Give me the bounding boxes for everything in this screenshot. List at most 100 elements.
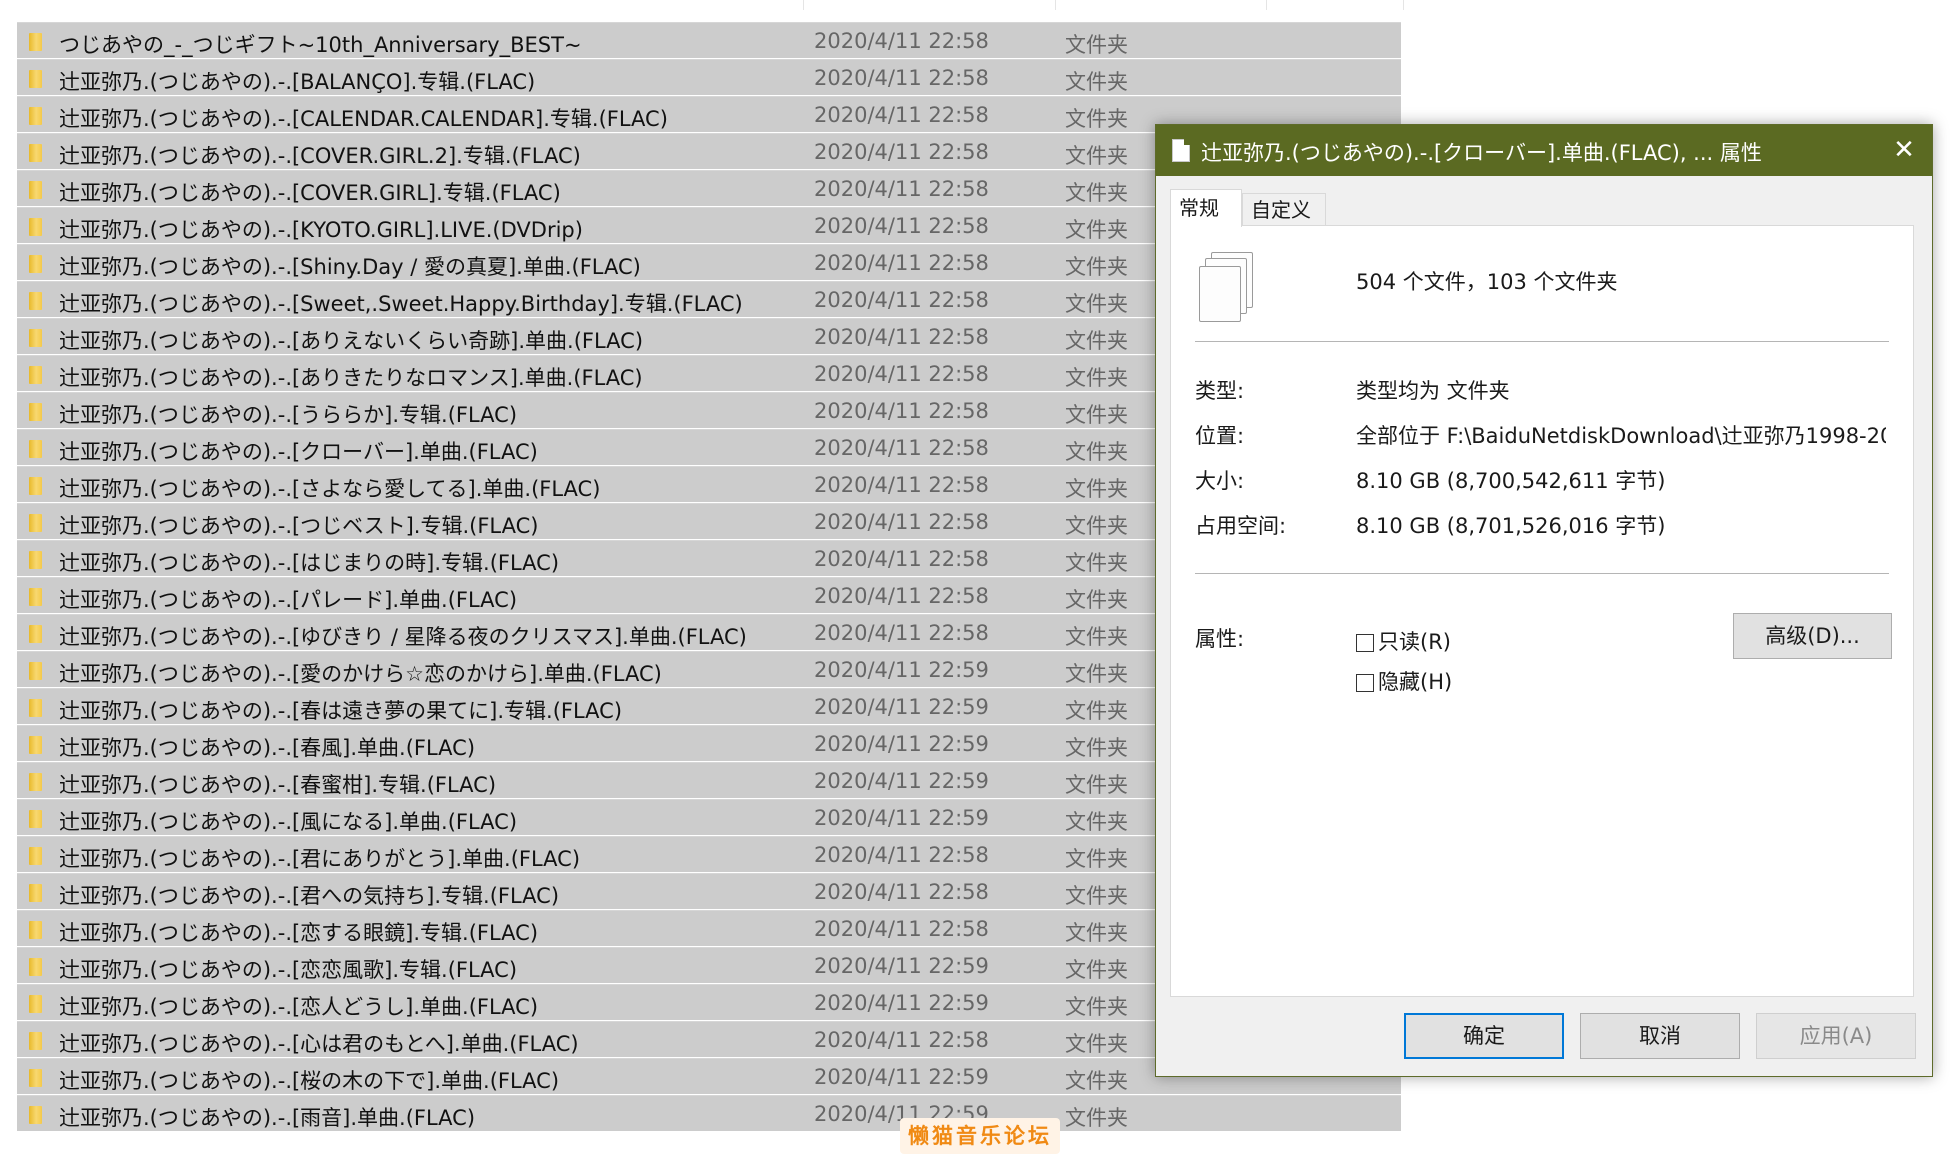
column-divider[interactable]: [803, 0, 804, 10]
file-date: 2020/4/11 22:59: [814, 732, 989, 756]
file-row[interactable]: 辻亚弥乃.(つじあやの).-.[BALANÇO].专辑.(FLAC) 2020/4…: [17, 59, 1401, 95]
file-type: 文件夹: [1065, 329, 1128, 353]
folder-icon: [29, 403, 42, 421]
file-type: 文件夹: [1065, 70, 1128, 94]
file-name: 辻亚弥乃.(つじあやの).-.[Sweet,.Sweet.Happy.Birth…: [59, 292, 743, 316]
file-date: 2020/4/11 22:58: [814, 880, 989, 904]
folder-icon: [29, 292, 42, 310]
hidden-checkbox[interactable]: 隐藏(H): [1356, 666, 1452, 696]
file-date: 2020/4/11 22:58: [814, 103, 989, 127]
advanced-button[interactable]: 高级(D)...: [1733, 613, 1892, 659]
file-type: 文件夹: [1065, 292, 1128, 316]
file-type: 文件夹: [1065, 921, 1128, 945]
file-type: 文件夹: [1065, 144, 1128, 168]
column-divider[interactable]: [1055, 0, 1056, 10]
file-type: 文件夹: [1065, 255, 1128, 279]
dialog-title-bar[interactable]: 辻亚弥乃.(つじあやの).-.[クローバー].单曲.(FLAC), ... 属性…: [1156, 125, 1932, 176]
folder-icon: [29, 699, 42, 717]
file-type: 文件夹: [1065, 366, 1128, 390]
tab-general[interactable]: 常规: [1170, 189, 1242, 227]
folder-icon: [29, 1069, 42, 1087]
divider: [1195, 573, 1889, 574]
folder-icon: [29, 1032, 42, 1050]
column-divider[interactable]: [1266, 0, 1267, 10]
file-date: 2020/4/11 22:59: [814, 954, 989, 978]
file-name: 辻亚弥乃.(つじあやの).-.[恋する眼鏡].专辑.(FLAC): [59, 921, 539, 945]
folder-icon: [29, 625, 42, 643]
file-type: 文件夹: [1065, 1069, 1128, 1093]
size-value: 8.10 GB (8,700,542,611 字节): [1356, 469, 1666, 493]
folder-icon: [29, 810, 42, 828]
file-name: 辻亚弥乃.(つじあやの).-.[愛のかけら☆恋のかけら].单曲.(FLAC): [59, 662, 662, 686]
file-name: 辻亚弥乃.(つじあやの).-.[Shiny.Day / 愛の真夏].单曲.(FL…: [59, 255, 641, 279]
column-divider[interactable]: [1403, 0, 1404, 10]
folder-icon: [29, 33, 42, 51]
file-type: 文件夹: [1065, 218, 1128, 242]
file-date: 2020/4/11 22:58: [814, 621, 989, 645]
file-name: 辻亚弥乃.(つじあやの).-.[春は遠き夢の果てに].专辑.(FLAC): [59, 699, 623, 723]
file-date: 2020/4/11 22:58: [814, 547, 989, 571]
file-type: 文件夹: [1065, 847, 1128, 871]
folder-icon: [29, 921, 42, 939]
file-name: 辻亚弥乃.(つじあやの).-.[恋恋風歌].专辑.(FLAC): [59, 958, 518, 982]
folder-icon: [29, 144, 42, 162]
tab-custom[interactable]: 自定义: [1242, 193, 1326, 225]
size-on-disk-label: 占用空间:: [1195, 514, 1287, 538]
file-date: 2020/4/11 22:58: [814, 140, 989, 164]
file-row[interactable]: 辻亚弥乃.(つじあやの).-.[雨音].单曲.(FLAC) 2020/4/11 2…: [17, 1095, 1401, 1131]
file-type: 文件夹: [1065, 403, 1128, 427]
checkbox-box[interactable]: [1356, 674, 1374, 692]
file-type: 文件夹: [1065, 440, 1128, 464]
hidden-label: 隐藏(H): [1378, 670, 1453, 694]
file-date: 2020/4/11 22:59: [814, 695, 989, 719]
apply-button[interactable]: 应用(A): [1756, 1013, 1916, 1059]
file-date: 2020/4/11 22:58: [814, 436, 989, 460]
watermark: 懒猫音乐论坛: [900, 1118, 1060, 1154]
file-name: 辻亚弥乃.(つじあやの).-.[春風].单曲.(FLAC): [59, 736, 476, 760]
folder-icon: [29, 107, 42, 125]
file-type: 文件夹: [1065, 107, 1128, 131]
document-icon: [1172, 139, 1190, 162]
file-name: 辻亚弥乃.(つじあやの).-.[君にありがとう].单曲.(FLAC): [59, 847, 581, 871]
size-on-disk-value: 8.10 GB (8,701,526,016 字节): [1356, 514, 1666, 538]
file-type: 文件夹: [1065, 514, 1128, 538]
file-date: 2020/4/11 22:58: [814, 214, 989, 238]
file-date: 2020/4/11 22:58: [814, 362, 989, 386]
file-name: 辻亚弥乃.(つじあやの).-.[パレード].单曲.(FLAC): [59, 588, 518, 612]
file-name: 辻亚弥乃.(つじあやの).-.[心は君のもとへ].单曲.(FLAC): [59, 1032, 579, 1056]
folder-icon: [29, 218, 42, 236]
checkbox-box[interactable]: [1356, 634, 1374, 652]
type-label: 类型:: [1195, 379, 1245, 403]
file-name: 辻亚弥乃.(つじあやの).-.[COVER.GIRL.2].专辑.(FLAC): [59, 144, 581, 168]
file-type: 文件夹: [1065, 884, 1128, 908]
file-type: 文件夹: [1065, 551, 1128, 575]
file-type: 文件夹: [1065, 773, 1128, 797]
file-name: 辻亚弥乃.(つじあやの).-.[恋人どうし].单曲.(FLAC): [59, 995, 539, 1019]
file-date: 2020/4/11 22:58: [814, 177, 989, 201]
close-button[interactable]: ✕: [1876, 125, 1932, 176]
folder-icon: [29, 255, 42, 273]
file-name: 辻亚弥乃.(つじあやの).-.[つじベスト].专辑.(FLAC): [59, 514, 539, 538]
ok-button[interactable]: 确定: [1404, 1013, 1564, 1059]
file-date: 2020/4/11 22:59: [814, 1065, 989, 1089]
folder-icon: [29, 884, 42, 902]
file-name: 辻亚弥乃.(つじあやの).-.[BALANÇO].专辑.(FLAC): [59, 70, 536, 94]
location-value: 全部位于 F:\BaiduNetdiskDownload\辻亚弥乃1998-20…: [1356, 424, 1886, 448]
file-date: 2020/4/11 22:58: [814, 510, 989, 534]
folder-icon: [29, 847, 42, 865]
folder-icon: [29, 329, 42, 347]
file-row[interactable]: つじあやの_-_つじギフト~10th_Anniversary_BEST~ 2020…: [17, 22, 1401, 58]
file-name: 辻亚弥乃.(つじあやの).-.[桜の木の下で].单曲.(FLAC): [59, 1069, 560, 1093]
cancel-button[interactable]: 取消: [1580, 1013, 1740, 1059]
file-date: 2020/4/11 22:58: [814, 29, 989, 53]
file-type: 文件夹: [1065, 995, 1128, 1019]
attributes-label: 属性:: [1195, 627, 1245, 651]
dialog-title: 辻亚弥乃.(つじあやの).-.[クローバー].单曲.(FLAC), ... 属性: [1201, 141, 1762, 165]
file-name: 辻亚弥乃.(つじあやの).-.[春蜜柑].专辑.(FLAC): [59, 773, 497, 797]
readonly-checkbox[interactable]: 只读(R): [1356, 626, 1451, 656]
file-date: 2020/4/11 22:59: [814, 991, 989, 1015]
file-type: 文件夹: [1065, 181, 1128, 205]
properties-dialog: 辻亚弥乃.(つじあやの).-.[クローバー].单曲.(FLAC), ... 属性…: [1155, 124, 1933, 1077]
file-date: 2020/4/11 22:58: [814, 399, 989, 423]
folder-icon: [29, 366, 42, 384]
